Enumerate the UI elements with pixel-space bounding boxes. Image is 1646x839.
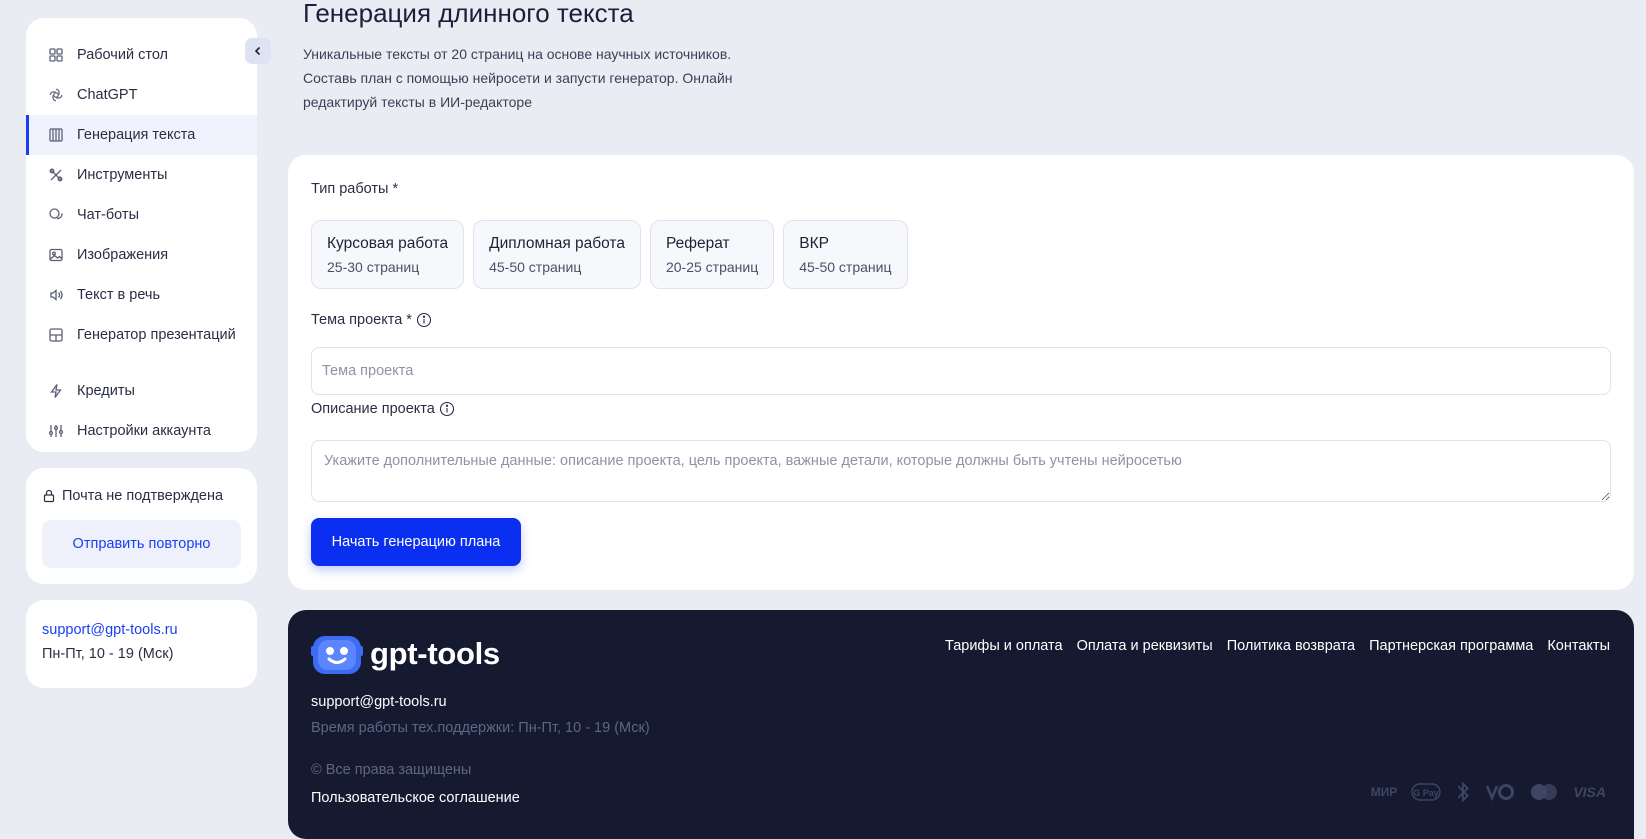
sidebar-item-label: Генерация текста	[77, 127, 196, 143]
work-type-option-diploma[interactable]: Дипломная работа 45-50 страниц	[473, 220, 641, 289]
sidebar-item-label: Изображения	[77, 247, 169, 263]
sidebar-item-chatbots[interactable]: Чат-боты	[26, 195, 257, 235]
work-type-options: Курсовая работа 25-30 страниц Дипломная …	[311, 220, 908, 289]
sidebar-item-label: Чат-боты	[77, 207, 139, 223]
support-card: support@gpt-tools.ru Пн-Пт, 10 - 19 (Мск…	[26, 600, 257, 688]
footer-link-payment-details[interactable]: Оплата и реквизиты	[1077, 638, 1213, 654]
work-type-pages: 45-50 страниц	[489, 259, 582, 275]
openai-icon	[48, 87, 64, 103]
sidebar-item-text-to-speech[interactable]: Текст в речь	[26, 275, 257, 315]
work-type-pages: 45-50 страниц	[799, 259, 892, 275]
footer-link-contacts[interactable]: Контакты	[1547, 638, 1610, 654]
logo[interactable]: gpt-tools	[311, 632, 500, 676]
info-icon[interactable]	[439, 401, 455, 417]
visa-od-payment-icon	[1485, 780, 1515, 804]
sidebar-item-label: Рабочий стол	[77, 47, 169, 63]
sidebar-item-text-generation[interactable]: Генерация текста	[26, 115, 257, 155]
footer-support-hours: Время работы тех.поддержки: Пн-Пт, 10 - …	[311, 720, 650, 736]
sidebar-item-account-settings[interactable]: Настройки аккаунта	[26, 411, 257, 451]
sidebar-collapse-button[interactable]	[245, 38, 271, 64]
work-type-pages: 20-25 страниц	[665, 259, 759, 275]
footer-copyright: © Все права защищены	[311, 762, 472, 778]
sidebar-nav: Рабочий стол ChatGPT Генерация текста Ин…	[26, 18, 257, 452]
image-icon	[48, 247, 64, 263]
topic-label-row: Тема проекта *	[311, 312, 432, 328]
lock-icon	[43, 489, 55, 503]
sidebar-item-label: Текст в речь	[77, 287, 161, 303]
start-generation-button[interactable]: Начать генерацию плана	[311, 518, 521, 566]
chat-icon	[48, 207, 64, 223]
work-type-pages: 25-30 страниц	[327, 259, 420, 275]
description-label: Описание проекта	[311, 401, 435, 417]
sidebar-item-label: Настройки аккаунта	[77, 423, 211, 439]
description-textarea[interactable]	[311, 440, 1611, 502]
work-type-option-thesis[interactable]: ВКР 45-50 страниц	[783, 220, 908, 289]
footer-link-partner-program[interactable]: Партнерская программа	[1369, 638, 1533, 654]
work-type-name: Курсовая работа	[327, 235, 449, 252]
sidebar-item-dashboard[interactable]: Рабочий стол	[26, 35, 257, 75]
robot-logo-icon	[311, 636, 363, 674]
work-type-name: Реферат	[665, 235, 730, 252]
svg-text:G Pay: G Pay	[1414, 788, 1440, 798]
work-type-label: Тип работы *	[311, 181, 399, 197]
footer-link-pricing[interactable]: Тарифы и оплата	[945, 638, 1063, 654]
support-email-link[interactable]: support@gpt-tools.ru	[42, 622, 241, 638]
sidebar-item-credits[interactable]: Кредиты	[26, 371, 257, 411]
speaker-icon	[48, 287, 64, 303]
email-status-label: Почта не подтверждена	[62, 488, 224, 504]
footer: gpt-tools Тарифы и оплата Оплата и рекви…	[288, 610, 1634, 839]
payment-methods: МИР G Pay VISA	[1371, 780, 1606, 804]
nav-list: Рабочий стол ChatGPT Генерация текста Ин…	[26, 35, 257, 451]
visa-payment-icon: VISA	[1573, 784, 1606, 800]
lightning-icon	[48, 383, 64, 399]
info-icon[interactable]	[416, 312, 432, 328]
presentation-icon	[48, 327, 64, 343]
resend-button[interactable]: Отправить повторно	[42, 520, 241, 568]
grid-icon	[48, 47, 64, 63]
sidebar-item-label: Инструменты	[77, 167, 168, 183]
sidebar-item-chatgpt[interactable]: ChatGPT	[26, 75, 257, 115]
description-label-row: Описание проекта	[311, 401, 455, 417]
support-hours: Пн-Пт, 10 - 19 (Мск)	[42, 646, 174, 662]
text-doc-icon	[48, 127, 64, 143]
footer-support-email[interactable]: support@gpt-tools.ru	[311, 694, 447, 710]
work-type-option-essay[interactable]: Реферат 20-25 страниц	[649, 220, 775, 289]
sidebar-item-label: Кредиты	[77, 383, 135, 399]
bluetooth-payment-icon	[1455, 780, 1471, 804]
tools-icon	[48, 167, 64, 183]
work-type-name: Дипломная работа	[489, 235, 625, 252]
sliders-icon	[48, 423, 64, 439]
sidebar-item-presentations[interactable]: Генератор презентаций	[26, 315, 257, 355]
page-description: Уникальные тексты от 20 страниц на основ…	[303, 46, 733, 110]
footer-links: Тарифы и оплата Оплата и реквизиты Полит…	[945, 638, 1610, 654]
sidebar-item-images[interactable]: Изображения	[26, 235, 257, 275]
email-status: Почта не подтверждена	[42, 488, 223, 504]
gpay-payment-icon: G Pay	[1411, 780, 1442, 804]
sidebar-item-label: ChatGPT	[77, 87, 138, 103]
topic-label: Тема проекта *	[311, 312, 412, 328]
topic-input[interactable]	[311, 347, 1611, 395]
generation-form: Тип работы * Курсовая работа 25-30 стран…	[288, 155, 1634, 590]
mastercard-payment-icon	[1529, 780, 1559, 804]
brand-name: gpt-tools	[370, 636, 500, 671]
sidebar-item-label: Генератор презентаций	[77, 327, 236, 343]
page-title: Генерация длинного текста	[303, 0, 634, 28]
work-type-name: ВКР	[799, 235, 829, 252]
footer-link-refund-policy[interactable]: Политика возврата	[1227, 638, 1355, 654]
work-type-option-coursework[interactable]: Курсовая работа 25-30 страниц	[311, 220, 465, 289]
mir-payment-icon: МИР	[1370, 785, 1398, 799]
email-status-card: Почта не подтверждена Отправить повторно	[26, 468, 257, 584]
footer-user-agreement-link[interactable]: Пользовательское соглашение	[311, 790, 520, 806]
sidebar-item-tools[interactable]: Инструменты	[26, 155, 257, 195]
chevron-left-icon	[254, 46, 261, 56]
